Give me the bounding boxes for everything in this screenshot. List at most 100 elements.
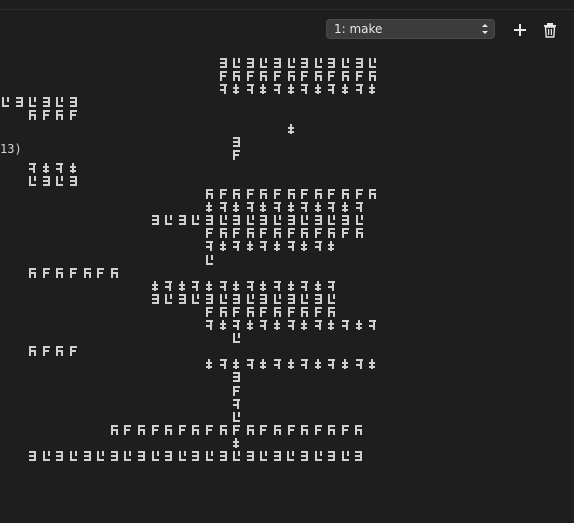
terminal-glyph xyxy=(314,84,328,95)
terminal-glyph xyxy=(191,293,205,305)
terminal-glyph xyxy=(205,280,219,292)
terminal-garbled-row xyxy=(28,451,368,464)
terminal-glyph xyxy=(164,293,178,305)
terminal-glyph xyxy=(286,451,300,462)
terminal-glyph xyxy=(368,58,382,69)
terminal-glyph xyxy=(300,293,314,305)
terminal-glyph xyxy=(259,58,273,69)
terminal-glyph xyxy=(246,320,260,331)
terminal-glyph xyxy=(273,359,287,370)
terminal-glyph xyxy=(219,359,233,370)
terminal-garbled-row xyxy=(232,437,246,451)
terminal-glyph xyxy=(300,424,314,436)
terminal-glyph xyxy=(273,215,287,226)
terminal-glyph xyxy=(15,97,29,108)
plus-icon xyxy=(514,24,526,36)
terminal-glyph xyxy=(205,202,219,213)
terminal-glyph xyxy=(219,451,233,462)
terminal-garbled-row xyxy=(28,267,124,281)
terminal-glyph xyxy=(355,189,369,200)
terminal-visible-text: 13) xyxy=(0,142,22,156)
terminal-glyph xyxy=(151,280,165,292)
terminal-glyph xyxy=(232,84,246,95)
terminal-glyph xyxy=(259,280,273,292)
terminal-glyph xyxy=(232,385,246,397)
terminal-glyph xyxy=(287,71,301,82)
terminal-glyph xyxy=(327,359,341,370)
terminal-glyph xyxy=(28,346,42,357)
terminal-glyph xyxy=(205,189,219,200)
terminal-glyph xyxy=(327,306,341,318)
terminal-garbled-row xyxy=(232,372,246,385)
terminal-glyph xyxy=(273,84,287,95)
terminal-glyph xyxy=(327,241,341,252)
terminal-glyph xyxy=(287,84,301,95)
terminal-glyph xyxy=(205,424,219,436)
terminal-garbled-row xyxy=(287,123,301,137)
terminal-glyph xyxy=(232,58,246,69)
terminal-glyph xyxy=(42,110,56,121)
terminal-glyph xyxy=(219,280,233,292)
terminal-glyph xyxy=(341,215,355,226)
terminal-glyph xyxy=(205,254,219,266)
terminal-glyph xyxy=(341,71,355,82)
kill-terminal-button[interactable] xyxy=(542,22,558,38)
terminal-glyph xyxy=(219,306,233,318)
terminal-glyph xyxy=(164,424,178,436)
terminal-glyph xyxy=(327,189,341,200)
new-terminal-button[interactable] xyxy=(512,22,528,38)
terminal-glyph xyxy=(246,202,260,213)
terminal-glyph xyxy=(314,424,328,436)
terminal-glyph xyxy=(55,451,69,462)
terminal-glyph xyxy=(300,71,314,82)
terminal-glyph xyxy=(355,215,369,226)
terminal-glyph xyxy=(273,228,287,239)
terminal-glyph xyxy=(219,202,233,213)
terminal-glyph xyxy=(246,189,260,200)
terminal-glyph xyxy=(191,280,205,292)
terminal-garbled-row xyxy=(110,424,368,438)
terminal-glyph xyxy=(219,189,233,200)
terminal-glyph xyxy=(327,58,341,69)
terminal-glyph xyxy=(232,202,246,213)
terminal-output[interactable]: 13) xyxy=(0,56,574,516)
terminal-select-dropdown[interactable]: 1: make xyxy=(326,19,495,39)
terminal-glyph xyxy=(300,202,314,213)
terminal-glyph xyxy=(110,424,124,436)
terminal-glyph xyxy=(355,71,369,82)
terminal-glyph xyxy=(28,267,42,279)
terminal-garbled-row xyxy=(151,293,341,307)
terminal-glyph xyxy=(110,267,124,279)
terminal-glyph xyxy=(314,306,328,318)
terminal-glyph xyxy=(314,293,328,305)
terminal-glyph xyxy=(246,215,260,226)
terminal-glyph xyxy=(273,71,287,82)
terminal-glyph xyxy=(191,424,205,436)
terminal-glyph xyxy=(55,162,69,174)
terminal-garbled-row xyxy=(205,202,368,215)
terminal-glyph xyxy=(205,228,219,239)
terminal-glyph xyxy=(28,175,42,187)
terminal-glyph xyxy=(151,215,165,226)
terminal-garbled-row xyxy=(232,149,246,163)
terminal-glyph xyxy=(232,149,246,161)
terminal-glyph xyxy=(300,58,314,69)
terminal-glyph xyxy=(327,293,341,305)
terminal-glyph xyxy=(259,202,273,213)
terminal-glyph xyxy=(259,84,273,95)
terminal-glyph xyxy=(259,359,273,370)
terminal-glyph xyxy=(178,280,192,292)
terminal-glyph xyxy=(232,71,246,82)
trash-icon xyxy=(544,23,556,38)
terminal-glyph xyxy=(28,451,42,462)
terminal-glyph xyxy=(232,372,246,383)
terminal-glyph xyxy=(327,228,341,239)
terminal-glyph xyxy=(96,451,110,462)
terminal-glyph xyxy=(259,293,273,305)
terminal-garbled-row xyxy=(205,189,382,202)
terminal-glyph xyxy=(246,71,260,82)
terminal-glyph xyxy=(273,293,287,305)
terminal-glyph xyxy=(137,424,151,436)
terminal-glyph xyxy=(246,84,260,95)
terminal-glyph xyxy=(287,123,301,135)
